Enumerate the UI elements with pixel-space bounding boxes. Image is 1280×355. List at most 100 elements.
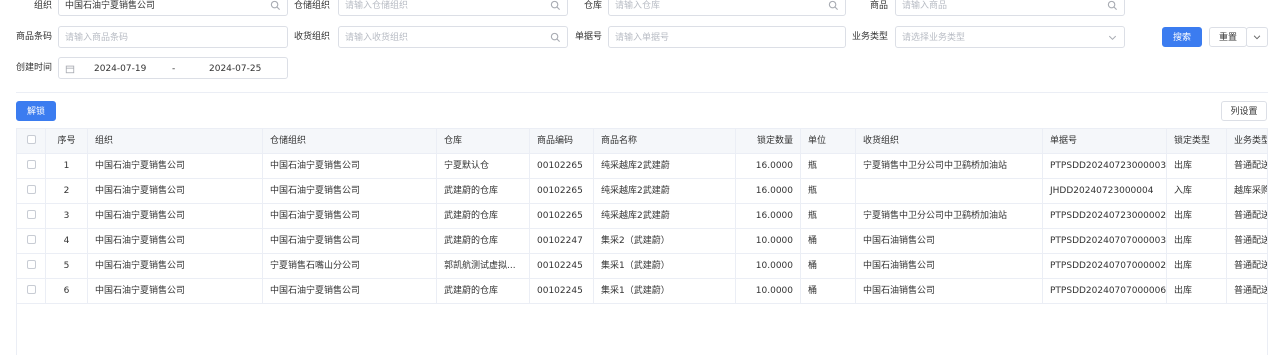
table-cell-unit: 桶 xyxy=(801,279,856,303)
org-input[interactable]: 中国石油宁夏销售公司 xyxy=(58,0,288,16)
table-cell-wh: 武建蔚的仓库 xyxy=(437,229,530,253)
barcode-input[interactable]: 请输入商品条码 xyxy=(58,26,288,48)
table-row[interactable]: 6 中国石油宁夏销售公司 中国石油宁夏销售公司 武建蔚的仓库 00102245 集采1（武… xyxy=(17,279,1267,304)
column-header: 单位 xyxy=(801,129,856,153)
unlock-button[interactable]: 解锁 xyxy=(16,101,56,121)
biz-type-placeholder: 请选择业务类型 xyxy=(902,33,966,43)
product-label: 商品 xyxy=(869,1,888,11)
row-checkbox[interactable] xyxy=(26,160,36,169)
biz-type-select[interactable]: 请选择业务类型 xyxy=(895,26,1125,48)
biz-type-label: 业务类型 xyxy=(851,32,888,42)
table-cell-doc: PTPSDD20240707000003 xyxy=(1043,229,1167,253)
table-cell-org: 中国石油宁夏销售公司 xyxy=(88,229,263,253)
table-cell-qty: 16.0000 xyxy=(736,179,801,203)
warehouse-org-input[interactable]: 请输入仓储组织 xyxy=(338,0,568,16)
table-cell-wh_org: 宁夏销售石嘴山分公司 xyxy=(263,254,437,278)
row-checkbox[interactable] xyxy=(26,285,36,294)
table-cell-org: 中国石油宁夏销售公司 xyxy=(88,154,263,178)
org-input-value: 中国石油宁夏销售公司 xyxy=(65,1,156,11)
select-all-checkbox-cell[interactable] xyxy=(17,129,46,153)
table-cell-wh_org: 中国石油宁夏销售公司 xyxy=(263,204,437,228)
table-cell-wh: 郭凯航测试虚拟... xyxy=(437,254,530,278)
chevron-down-icon[interactable] xyxy=(1107,32,1118,43)
table-cell-qty: 10.0000 xyxy=(736,279,801,303)
row-checkbox-cell[interactable] xyxy=(17,279,46,303)
table-cell-qty: 16.0000 xyxy=(736,154,801,178)
row-checkbox-cell[interactable] xyxy=(17,154,46,178)
warehouse-input[interactable]: 请输入仓库 xyxy=(608,0,846,16)
column-header: 锁定类型 xyxy=(1167,129,1227,153)
row-checkbox-cell[interactable] xyxy=(17,204,46,228)
search-icon[interactable] xyxy=(828,0,839,11)
table-cell-name: 纯采越库2武建蔚 xyxy=(594,204,736,228)
table-cell-code: 00102265 xyxy=(530,154,594,178)
column-header: 仓储组织 xyxy=(263,129,437,153)
table-cell-recv xyxy=(856,179,1043,203)
table-cell-recv: 宁夏销售中卫分公司中卫鹞桥加油站 xyxy=(856,154,1043,178)
search-icon[interactable] xyxy=(550,32,561,43)
date-start[interactable]: 2024-07-19 xyxy=(94,63,146,75)
column-header: 组织 xyxy=(88,129,263,153)
table-cell-wh: 武建蔚的仓库 xyxy=(437,179,530,203)
table-cell-code: 00102265 xyxy=(530,179,594,203)
table-cell-lock: 出库 xyxy=(1167,154,1227,178)
column-header: 收货组织 xyxy=(856,129,1043,153)
select-all-checkbox[interactable] xyxy=(26,135,36,144)
warehouse-label: 仓库 xyxy=(583,1,602,11)
column-header: 仓库 xyxy=(437,129,530,153)
reset-dropdown-button[interactable] xyxy=(1246,27,1268,47)
table-cell-org: 中国石油宁夏销售公司 xyxy=(88,279,263,303)
created-time-range[interactable]: 2024-07-19 - 2024-07-25 xyxy=(58,57,288,79)
reset-button[interactable]: 重置 xyxy=(1209,27,1247,47)
table-cell-org: 中国石油宁夏销售公司 xyxy=(88,204,263,228)
receiving-org-input[interactable]: 请输入收货组织 xyxy=(338,26,568,48)
column-header: 单据号 xyxy=(1043,129,1167,153)
barcode-placeholder: 请输入商品条码 xyxy=(65,33,129,43)
receiving-org-placeholder: 请输入收货组织 xyxy=(345,33,409,43)
barcode-label: 商品条码 xyxy=(15,32,52,42)
table-cell-wh: 武建蔚的仓库 xyxy=(437,279,530,303)
row-checkbox[interactable] xyxy=(26,235,36,244)
search-icon[interactable] xyxy=(270,0,281,11)
table-cell-qty: 10.0000 xyxy=(736,229,801,253)
date-separator: - xyxy=(172,64,176,74)
table-cell-code: 00102265 xyxy=(530,204,594,228)
table-row[interactable]: 2 中国石油宁夏销售公司 中国石油宁夏销售公司 武建蔚的仓库 00102265 纯采越库2… xyxy=(17,179,1267,204)
warehouse-org-label: 仓储组织 xyxy=(293,1,330,11)
table-cell-no: 2 xyxy=(46,179,88,203)
row-checkbox[interactable] xyxy=(26,260,36,269)
table-cell-biz: 普通配送 xyxy=(1227,229,1267,253)
row-checkbox-cell[interactable] xyxy=(17,179,46,203)
table-cell-lock: 出库 xyxy=(1167,204,1227,228)
table-row[interactable]: 4 中国石油宁夏销售公司 中国石油宁夏销售公司 武建蔚的仓库 00102247 集采2（武… xyxy=(17,229,1267,254)
table-cell-wh_org: 中国石油宁夏销售公司 xyxy=(263,154,437,178)
doc-no-label: 单据号 xyxy=(574,32,602,42)
row-checkbox[interactable] xyxy=(26,185,36,194)
row-checkbox-cell[interactable] xyxy=(17,254,46,278)
table-cell-biz: 普通配送 xyxy=(1227,279,1267,303)
table-cell-wh: 宁夏默认仓 xyxy=(437,154,530,178)
table-row[interactable]: 1 中国石油宁夏销售公司 中国石油宁夏销售公司 宁夏默认仓 00102265 纯采越库2武… xyxy=(17,154,1267,179)
table-row[interactable]: 5 中国石油宁夏销售公司 宁夏销售石嘴山分公司 郭凯航测试虚拟... 00102245 集… xyxy=(17,254,1267,279)
product-input[interactable]: 请输入商品 xyxy=(895,0,1125,16)
search-button[interactable]: 搜索 xyxy=(1162,27,1202,47)
column-settings-button[interactable]: 列设置 xyxy=(1221,101,1267,121)
search-icon[interactable] xyxy=(550,0,561,11)
org-label: 组织 xyxy=(33,1,52,11)
product-placeholder: 请输入商品 xyxy=(902,1,948,11)
table-cell-unit: 桶 xyxy=(801,229,856,253)
row-checkbox[interactable] xyxy=(26,210,36,219)
search-icon[interactable] xyxy=(1107,0,1118,11)
divider xyxy=(16,92,1268,93)
table-row[interactable]: 3 中国石油宁夏销售公司 中国石油宁夏销售公司 武建蔚的仓库 00102265 纯采越库2… xyxy=(17,204,1267,229)
table-cell-no: 1 xyxy=(46,154,88,178)
table-cell-doc: JHDD20240723000004 xyxy=(1043,179,1167,203)
table-cell-name: 集采1（武建蔚） xyxy=(594,254,736,278)
table-cell-lock: 入库 xyxy=(1167,179,1227,203)
doc-no-input[interactable]: 请输入单据号 xyxy=(608,26,846,48)
warehouse-org-placeholder: 请输入仓储组织 xyxy=(345,1,409,11)
table-cell-wh_org: 中国石油宁夏销售公司 xyxy=(263,279,437,303)
row-checkbox-cell[interactable] xyxy=(17,229,46,253)
table-cell-doc: PTPSDD20240707000002 xyxy=(1043,254,1167,278)
date-end[interactable]: 2024-07-25 xyxy=(209,63,261,75)
